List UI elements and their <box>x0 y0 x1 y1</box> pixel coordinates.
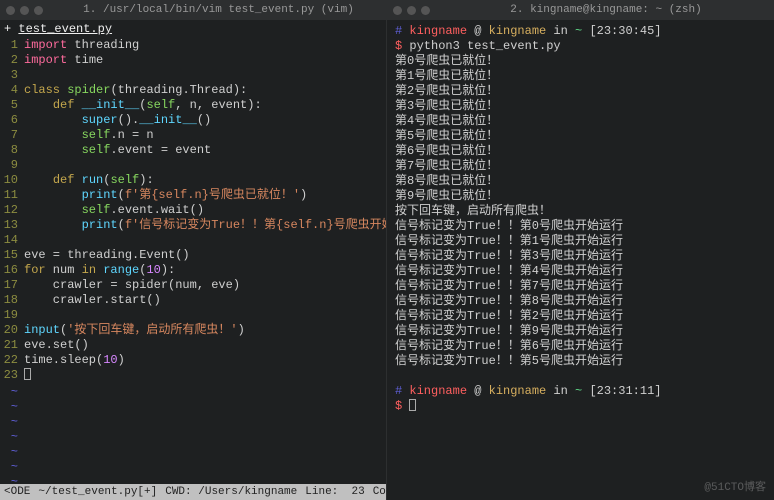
output-running-line: 信号标记变为True！！第9号爬虫开始运行 <box>395 324 766 339</box>
right-pane: 2. kingname@kingname: ~ (zsh) # kingname… <box>387 0 774 500</box>
minimize-icon[interactable] <box>20 6 29 15</box>
status-mode: <ODE <box>4 486 30 498</box>
output-running-line: 信号标记变为True！！第7号爬虫开始运行 <box>395 279 766 294</box>
output-running-line: 信号标记变为True！！第4号爬虫开始运行 <box>395 264 766 279</box>
output-ready-line: 第7号爬虫已就位！ <box>395 159 766 174</box>
status-col: Column: 0 <box>373 486 387 498</box>
editor-area[interactable]: 1import threading 2import time 3 4class … <box>0 38 386 484</box>
output-running-line: 信号标记变为True！！第2号爬虫开始运行 <box>395 309 766 324</box>
close-icon[interactable] <box>393 6 402 15</box>
output-ready-line: 第8号爬虫已就位！ <box>395 174 766 189</box>
output-ready-line: 第2号爬虫已就位！ <box>395 84 766 99</box>
status-file: ~/test_event.py[+] <box>38 486 157 498</box>
output-input-line: 按下回车键，启动所有爬虫！ <box>395 204 766 219</box>
prompt-line: # kingname @ kingname in ~ [23:31:11] <box>395 384 766 399</box>
output-running-line: 信号标记变为True！！第0号爬虫开始运行 <box>395 219 766 234</box>
output-ready-line: 第0号爬虫已就位！ <box>395 54 766 69</box>
vim-statusbar: <ODE ~/test_event.py[+] CWD: /Users/king… <box>0 484 386 500</box>
traffic-lights[interactable] <box>393 6 430 15</box>
status-cwd: CWD: /Users/kingname <box>165 486 297 498</box>
tab-plus-icon: + <box>4 22 11 36</box>
output-ready-line: 第9号爬虫已就位！ <box>395 189 766 204</box>
output-running-line: 信号标记变为True！！第5号爬虫开始运行 <box>395 354 766 369</box>
minimize-icon[interactable] <box>407 6 416 15</box>
right-titlebar: 2. kingname@kingname: ~ (zsh) <box>387 0 774 20</box>
output-running-line: 信号标记变为True！！第6号爬虫开始运行 <box>395 339 766 354</box>
right-title: 2. kingname@kingname: ~ (zsh) <box>444 4 768 16</box>
output-running-line: 信号标记变为True！！第3号爬虫开始运行 <box>395 249 766 264</box>
prompt-line: # kingname @ kingname in ~ [23:30:45] <box>395 24 766 39</box>
active-tab[interactable]: test_event.py <box>18 22 112 36</box>
output-ready-line: 第5号爬虫已就位！ <box>395 129 766 144</box>
traffic-lights[interactable] <box>6 6 43 15</box>
left-pane: 1. /usr/local/bin/vim test_event.py (vim… <box>0 0 387 500</box>
output-ready-line: 第1号爬虫已就位！ <box>395 69 766 84</box>
output-running-line: 信号标记变为True！！第8号爬虫开始运行 <box>395 294 766 309</box>
command-line: $ python3 test_event.py <box>395 39 766 54</box>
editor-tabbar[interactable]: + test_event.py <box>0 20 386 38</box>
output-ready-line: 第4号爬虫已就位！ <box>395 114 766 129</box>
output-ready-line: 第3号爬虫已就位！ <box>395 99 766 114</box>
terminal-area[interactable]: # kingname @ kingname in ~ [23:30:45] $ … <box>387 20 774 500</box>
zoom-icon[interactable] <box>34 6 43 15</box>
output-running-line: 信号标记变为True！！第1号爬虫开始运行 <box>395 234 766 249</box>
close-icon[interactable] <box>6 6 15 15</box>
prompt-cursor[interactable]: $ <box>395 399 766 414</box>
status-line: Line: 23 <box>305 486 364 498</box>
zoom-icon[interactable] <box>421 6 430 15</box>
output-ready-line: 第6号爬虫已就位！ <box>395 144 766 159</box>
left-title: 1. /usr/local/bin/vim test_event.py (vim… <box>57 4 380 16</box>
left-titlebar: 1. /usr/local/bin/vim test_event.py (vim… <box>0 0 386 20</box>
